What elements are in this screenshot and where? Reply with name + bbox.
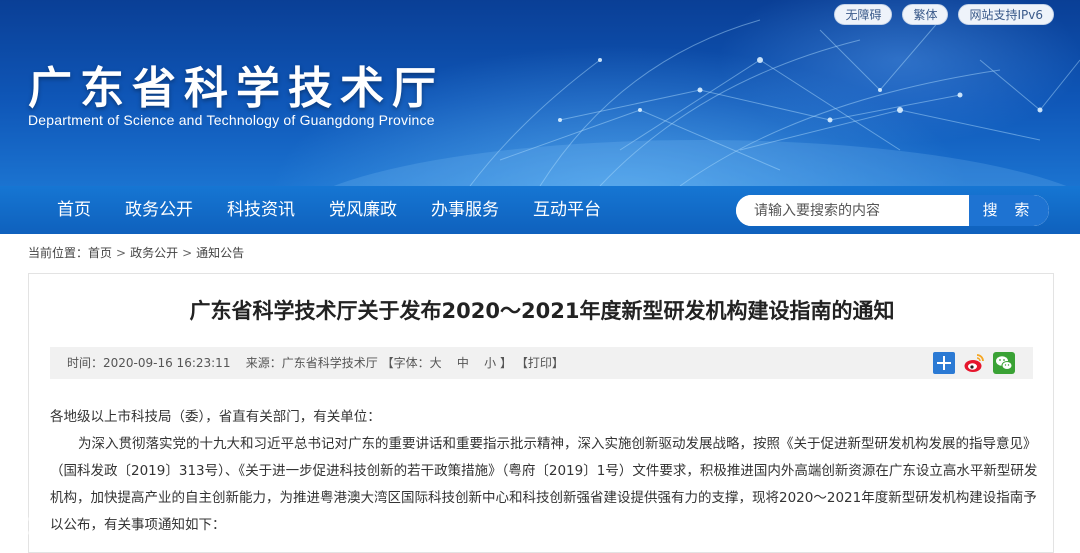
article-panel: 广东省科学技术厅关于发布2020～2021年度新型研发机构建设指南的通知 时间：…	[28, 273, 1054, 553]
breadcrumb: 当前位置： 首页 > 政务公开 > 通知公告	[28, 244, 244, 261]
nav-item-government-affairs[interactable]: 政务公开	[108, 186, 210, 234]
article-title: 广东省科学技术厅关于发布2020～2021年度新型研发机构建设指南的通知	[189, 299, 895, 323]
search-box: 搜 索	[736, 195, 1049, 226]
font-size-close: 】	[499, 356, 512, 370]
traditional-chinese-link[interactable]: 繁体	[902, 4, 949, 25]
font-size-label: 【字体：	[381, 356, 430, 370]
search-button[interactable]: 搜 索	[969, 195, 1049, 226]
site-title: 广东省科学技术厅	[28, 63, 444, 114]
nav-item-home[interactable]: 首页	[40, 186, 108, 234]
breadcrumb-notices[interactable]: 通知公告	[196, 244, 244, 261]
font-size-small[interactable]: 小	[484, 347, 496, 379]
ipv6-support-link[interactable]: 网站支持IPv6	[958, 4, 1054, 25]
plus-share-icon[interactable]	[933, 352, 955, 374]
nav-item-party-integrity[interactable]: 党风廉政	[312, 186, 414, 234]
wechat-icon[interactable]	[993, 352, 1015, 374]
header-banner: 广东省科学技术厅 Department of Science and Techn…	[0, 0, 1080, 186]
watermark-logo	[8, 514, 32, 538]
font-size-medium[interactable]: 中	[457, 347, 469, 379]
publish-time: 时间：2020-09-16 16:23:11	[67, 356, 231, 370]
article-body: 各地级以上市科技局（委），省直有关部门，有关单位： 为深入贯彻落实党的十九大和习…	[50, 404, 1040, 539]
breadcrumb-government-affairs[interactable]: 政务公开	[130, 244, 178, 261]
top-links: 无障碍 繁体 网站支持IPv6	[834, 4, 1054, 25]
salutation: 各地级以上市科技局（委），省直有关部门，有关单位：	[50, 409, 381, 425]
breadcrumb-separator: >	[116, 245, 127, 260]
article-meta-bar: 时间：2020-09-16 16:23:11 来源：广东省科学技术厅 【字体： …	[50, 347, 1033, 379]
share-buttons	[933, 352, 1015, 374]
weibo-icon[interactable]	[963, 352, 985, 374]
breadcrumb-home[interactable]: 首页	[88, 244, 112, 261]
breadcrumb-separator: >	[182, 245, 193, 260]
site-subtitle: Department of Science and Technology of …	[28, 112, 435, 128]
article-source: 来源：广东省科学技术厅	[245, 356, 378, 370]
nav-item-tech-news[interactable]: 科技资讯	[210, 186, 312, 234]
font-size-large[interactable]: 大	[430, 347, 442, 379]
breadcrumb-label: 当前位置：	[28, 246, 89, 260]
nav-item-services[interactable]: 办事服务	[414, 186, 516, 234]
print-link[interactable]: 【打印】	[516, 347, 564, 379]
nav-item-interaction[interactable]: 互动平台	[516, 186, 618, 234]
paragraph-1: 为深入贯彻落实党的十九大和习近平总书记对广东的重要讲话和重要指示批示精神，深入实…	[50, 436, 1038, 533]
accessibility-link[interactable]: 无障碍	[834, 4, 893, 25]
search-input[interactable]	[736, 195, 969, 226]
